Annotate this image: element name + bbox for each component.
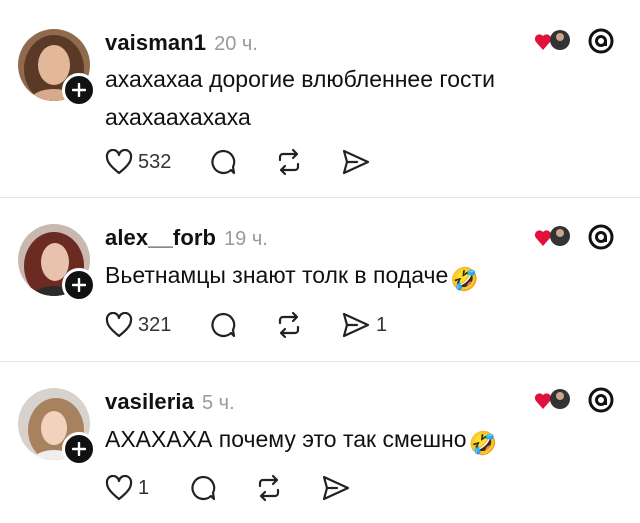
like-button[interactable]: 532	[105, 149, 209, 175]
like-count: 1	[138, 476, 150, 499]
text-line: АХАХАХА почему это так смешно	[105, 426, 467, 452]
post-header: alex__forb 19 ч.	[105, 225, 268, 255]
share-button[interactable]: 1	[341, 311, 387, 339]
text-line: ахахаахахаха	[105, 104, 251, 130]
heart-icon	[105, 312, 133, 338]
timestamp: 19 ч.	[224, 228, 268, 250]
heart-icon	[105, 475, 133, 501]
comment-button[interactable]	[209, 148, 275, 176]
follow-plus-icon[interactable]	[62, 268, 96, 302]
post-text: Вьетнамцы знают толк в подаче🤣	[105, 256, 575, 298]
divider	[0, 197, 640, 198]
timestamp: 20 ч.	[214, 33, 258, 55]
repost-button[interactable]	[275, 148, 341, 176]
action-bar: 532	[105, 146, 371, 178]
repost-button[interactable]	[275, 311, 341, 339]
threads-logo-icon[interactable]	[586, 26, 616, 61]
comment-button[interactable]	[189, 474, 255, 502]
comment-icon	[191, 475, 216, 501]
author-liked-badge	[534, 387, 570, 413]
author-liked-badge	[534, 28, 570, 54]
comment-icon	[211, 312, 236, 338]
username[interactable]: vaisman1	[105, 30, 206, 56]
post-header: vaisman1 20 ч.	[105, 30, 258, 60]
post-header: vasileria 5 ч.	[105, 389, 235, 419]
text-line: Вьетнамцы знают толк в подаче	[105, 262, 449, 288]
share-icon	[322, 475, 350, 501]
post-text: АХАХАХА почему это так смешно🤣	[105, 420, 575, 462]
avatar-wrap[interactable]	[18, 388, 96, 466]
comment-button[interactable]	[209, 311, 275, 339]
heart-avatar-badge	[534, 30, 570, 50]
threads-logo-icon[interactable]	[586, 222, 616, 257]
action-bar: 321 1	[105, 309, 387, 341]
heart-avatar-badge	[534, 226, 570, 246]
share-icon	[342, 149, 370, 175]
text-line: ахахахаа дорогие влюбленнее гости	[105, 66, 495, 92]
follow-plus-icon[interactable]	[62, 73, 96, 107]
share-button[interactable]	[321, 474, 351, 502]
username[interactable]: vasileria	[105, 389, 194, 415]
share-button[interactable]	[341, 148, 371, 176]
rofl-emoji: 🤣	[468, 430, 498, 456]
username[interactable]: alex__forb	[105, 225, 216, 251]
follow-plus-icon[interactable]	[62, 432, 96, 466]
share-icon	[342, 312, 370, 338]
repost-button[interactable]	[255, 474, 321, 502]
timestamp: 5 ч.	[201, 392, 235, 414]
share-count: 1	[376, 313, 388, 336]
like-count: 532	[138, 150, 172, 173]
like-button[interactable]: 1	[105, 475, 189, 501]
heart-icon	[105, 149, 133, 175]
like-button[interactable]: 321	[105, 312, 209, 338]
rofl-emoji: 🤣	[450, 266, 479, 292]
threads-logo-icon[interactable]	[586, 385, 616, 420]
author-liked-badge	[534, 224, 570, 250]
repost-icon	[278, 148, 300, 176]
action-bar: 1	[105, 472, 351, 504]
comment-icon	[211, 149, 236, 175]
like-count: 321	[138, 313, 172, 336]
heart-avatar-badge	[534, 389, 570, 409]
post-text: ахахахаа дорогие влюбленнее гости ахахаа…	[105, 60, 575, 136]
divider	[0, 361, 640, 362]
repost-icon	[278, 311, 300, 339]
avatar-wrap[interactable]	[18, 29, 96, 107]
avatar-wrap[interactable]	[18, 224, 96, 302]
repost-icon	[258, 474, 280, 502]
